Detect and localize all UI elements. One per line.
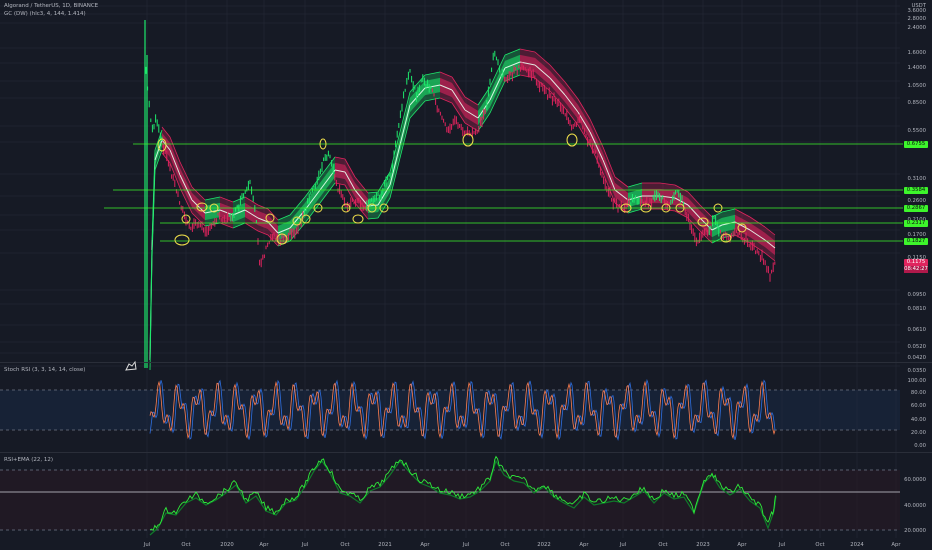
price-tick-label: 3.6000 (907, 8, 926, 14)
gc-bands (149, 48, 776, 371)
pane-separator[interactable] (0, 452, 932, 453)
stoch-tick-label: 40.00 (910, 417, 926, 423)
time-tick-label: Apr (259, 542, 269, 548)
stoch-tick-label: 80.00 (910, 390, 926, 396)
time-tick-label: Oct (340, 542, 350, 548)
time-tick-label: Jul (778, 542, 786, 548)
rsi-ema-label[interactable]: RSI+EMA (22, 12) (4, 457, 53, 463)
time-tick-label: 2021 (378, 542, 392, 548)
level-tag: 0.3584 (904, 187, 928, 194)
time-tick-label: Jul (462, 542, 470, 548)
price-tick-label: 0.2600 (907, 198, 926, 204)
stoch-tick-label: 20.00 (910, 430, 926, 436)
chart-canvas[interactable] (0, 0, 932, 550)
time-tick-label: 2024 (850, 542, 864, 548)
price-tick-label: 0.5500 (907, 128, 926, 134)
time-tick-label: Oct (500, 542, 510, 548)
horizontal-levels[interactable] (104, 143, 903, 242)
level-tag: 0.2867 (904, 205, 928, 212)
price-tick-label: 0.0350 (907, 368, 926, 374)
tradingview-cursor-icon (124, 357, 138, 371)
stoch-tick-label: 100.00 (907, 378, 926, 384)
time-tick-label: Oct (658, 542, 668, 548)
price-tick-label: 0.3100 (907, 176, 926, 182)
bar-countdown: 08:42:27 (904, 266, 928, 273)
price-tick-label: 2.8000 (907, 16, 926, 22)
symbol-title[interactable]: Algorand / TetherUS, 1D, BINANCE (4, 3, 98, 9)
price-tick-label: 0.0810 (907, 306, 926, 312)
annotation-circle (174, 234, 190, 246)
price-series (144, 20, 776, 368)
price-tick-label: 0.0610 (907, 327, 926, 333)
stoch-tick-label: 0.00 (914, 443, 926, 449)
stoch-rsi-label[interactable]: Stoch RSI (3, 3, 14, 14, close) (4, 367, 85, 373)
rsi-tick-label: 60.0000 (904, 477, 926, 483)
rsi-tick-label: 40.0000 (904, 503, 926, 509)
time-tick-label: Apr (891, 542, 901, 548)
price-tick-label: 0.0420 (907, 355, 926, 361)
indicator-label[interactable]: GC (DW) (hlc3, 4, 144, 1.414) (4, 11, 86, 17)
price-tick-label: 1.4000 (907, 65, 926, 71)
time-tick-label: 2023 (696, 542, 710, 548)
price-tick-label: 0.0950 (907, 292, 926, 298)
level-tag: 0.1827 (904, 238, 928, 245)
price-tick-label: 1.0500 (907, 83, 926, 89)
time-tick-label: 2022 (537, 542, 551, 548)
time-tick-label: Jul (619, 542, 627, 548)
time-tick-label: Jul (301, 542, 309, 548)
price-tick-label: 0.8500 (907, 100, 926, 106)
current-price-tag: 0.1175 (904, 259, 928, 266)
time-tick-label: 2020 (220, 542, 234, 548)
rsi-tick-label: 20.0000 (904, 528, 926, 534)
price-tick-label: 2.4000 (907, 25, 926, 31)
price-tick-label: 0.0520 (907, 344, 926, 350)
annotation-circle (352, 214, 364, 224)
time-tick-label: Apr (579, 542, 589, 548)
time-tick-label: Oct (181, 542, 191, 548)
time-tick-label: Apr (420, 542, 430, 548)
time-tick-label: Apr (737, 542, 747, 548)
price-tick-label: 1.6000 (907, 50, 926, 56)
time-tick-label: Jul (143, 542, 151, 548)
time-tick-label: Oct (815, 542, 825, 548)
level-tag: 0.6755 (904, 141, 928, 148)
pane-separator[interactable] (0, 362, 932, 363)
stoch-tick-label: 60.00 (910, 403, 926, 409)
level-tag: 0.2317 (904, 220, 928, 227)
